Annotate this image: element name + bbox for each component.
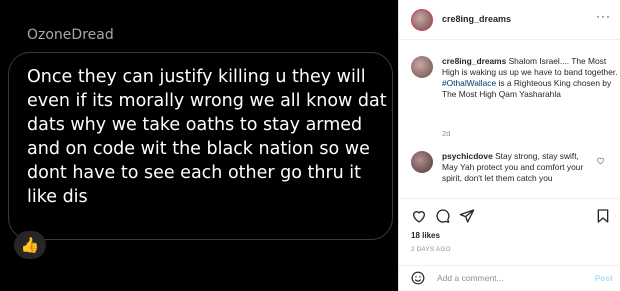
post-image: OzoneDread Once they can justify killing…: [0, 0, 398, 291]
caption-text: cre8ing_dreams Shalom Israel.... The Mos…: [442, 56, 618, 100]
avatar[interactable]: [411, 9, 433, 31]
message-text: Once they can justify killing u they wil…: [27, 67, 387, 207]
heart-icon[interactable]: [596, 156, 605, 165]
emoji-icon[interactable]: [411, 271, 425, 285]
post-button[interactable]: Post: [595, 273, 613, 283]
likes-count[interactable]: 18 likes: [411, 231, 440, 240]
header-username[interactable]: cre8ing_dreams: [442, 14, 511, 24]
comment-icon[interactable]: [435, 208, 451, 224]
comment: psychicdove Stay strong, stay swift, May…: [411, 151, 611, 195]
more-icon[interactable]: ···: [596, 9, 611, 23]
comment-username[interactable]: psychicdove: [442, 151, 493, 161]
caption-age: 2d: [442, 129, 451, 138]
post-sidebar: cre8ing_dreams ··· cre8ing_dreams Shalom…: [398, 0, 620, 291]
thumbs-up-icon: 👍: [14, 231, 46, 259]
avatar[interactable]: [411, 56, 433, 78]
add-comment-bar: Post: [399, 265, 620, 291]
post-header: cre8ing_dreams ···: [399, 0, 620, 40]
message-bubble: Once they can justify killing u they wil…: [8, 52, 393, 240]
post-actions: 18 likes 2 DAYS AGO: [399, 198, 620, 266]
bookmark-icon[interactable]: [595, 208, 611, 224]
heart-icon[interactable]: [411, 208, 427, 224]
post-date: 2 DAYS AGO: [411, 246, 451, 253]
avatar[interactable]: [411, 151, 433, 173]
message-username: OzoneDread: [27, 27, 114, 43]
caption-username[interactable]: cre8ing_dreams: [442, 56, 506, 66]
share-icon[interactable]: [459, 208, 475, 224]
hashtag-link[interactable]: #OthalWallace: [442, 78, 496, 88]
comment-input[interactable]: [437, 273, 577, 283]
comment-text: psychicdove Stay strong, stay swift, May…: [442, 151, 592, 184]
